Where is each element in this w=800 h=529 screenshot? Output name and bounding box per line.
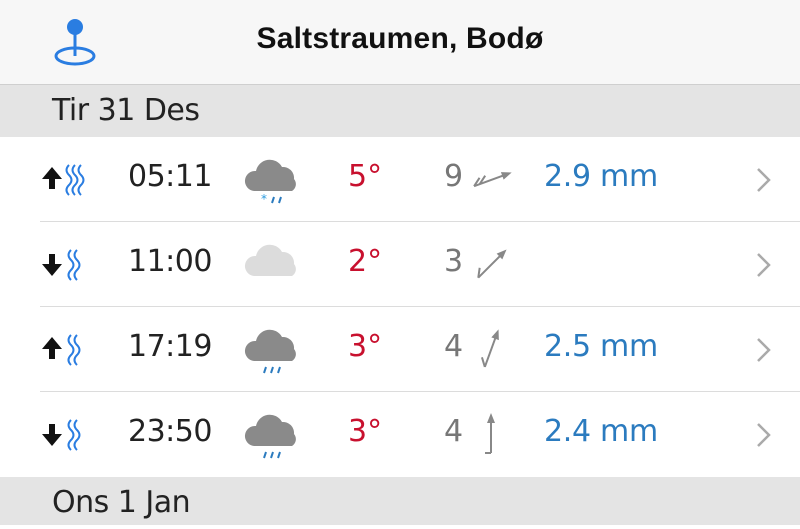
wind-speed: 4 (444, 329, 464, 364)
wind-direction-icon (485, 413, 495, 454)
high-tide-icon (42, 164, 85, 196)
tide-time: 17:19 (128, 329, 212, 364)
cloud-icon (244, 244, 296, 276)
temperature: 3° (348, 329, 383, 364)
day-header: Ons 1 Jan (0, 477, 800, 525)
rain-cloud-icon (244, 414, 296, 459)
tide-time: 05:11 (128, 159, 212, 194)
wind-direction-icon (473, 172, 512, 188)
svg-text:*: * (261, 192, 267, 206)
wind-speed: 4 (444, 414, 464, 449)
rain-cloud-icon (244, 329, 296, 374)
day-header: Tir 31 Des (0, 85, 800, 137)
chevron-right-icon (757, 168, 771, 192)
page-title: Saltstraumen, Bodø (256, 22, 544, 55)
wind-direction-icon (480, 329, 499, 368)
tide-row[interactable]: 11:00 2° 3 (0, 222, 800, 307)
tide-row[interactable]: 23:50 3° 4 2.4 mm (0, 392, 800, 477)
wind-direction-icon (477, 249, 507, 279)
low-tide-icon (42, 419, 81, 451)
sleet-cloud-icon: * (244, 159, 296, 206)
tide-row[interactable]: 05:11 * 5° 9 2.9 mm (0, 137, 800, 222)
temperature: 3° (348, 414, 383, 449)
tide-time: 11:00 (128, 244, 212, 279)
low-tide-icon (42, 249, 81, 281)
chevron-right-icon (757, 253, 771, 277)
temperature: 2° (348, 244, 383, 279)
high-tide-icon (42, 334, 81, 366)
wind-speed: 9 (444, 159, 464, 194)
app-header: Saltstraumen, Bodø (0, 0, 800, 85)
tide-time: 23:50 (128, 414, 212, 449)
precipitation: 2.4 mm (544, 414, 658, 449)
wind-speed: 3 (444, 244, 464, 279)
precipitation: 2.9 mm (544, 159, 658, 194)
temperature: 5° (348, 159, 383, 194)
tide-row[interactable]: 17:19 3° 4 2.5 mm (0, 307, 800, 392)
precipitation: 2.5 mm (544, 329, 658, 364)
chevron-right-icon (757, 338, 771, 362)
chevron-right-icon (757, 423, 771, 447)
